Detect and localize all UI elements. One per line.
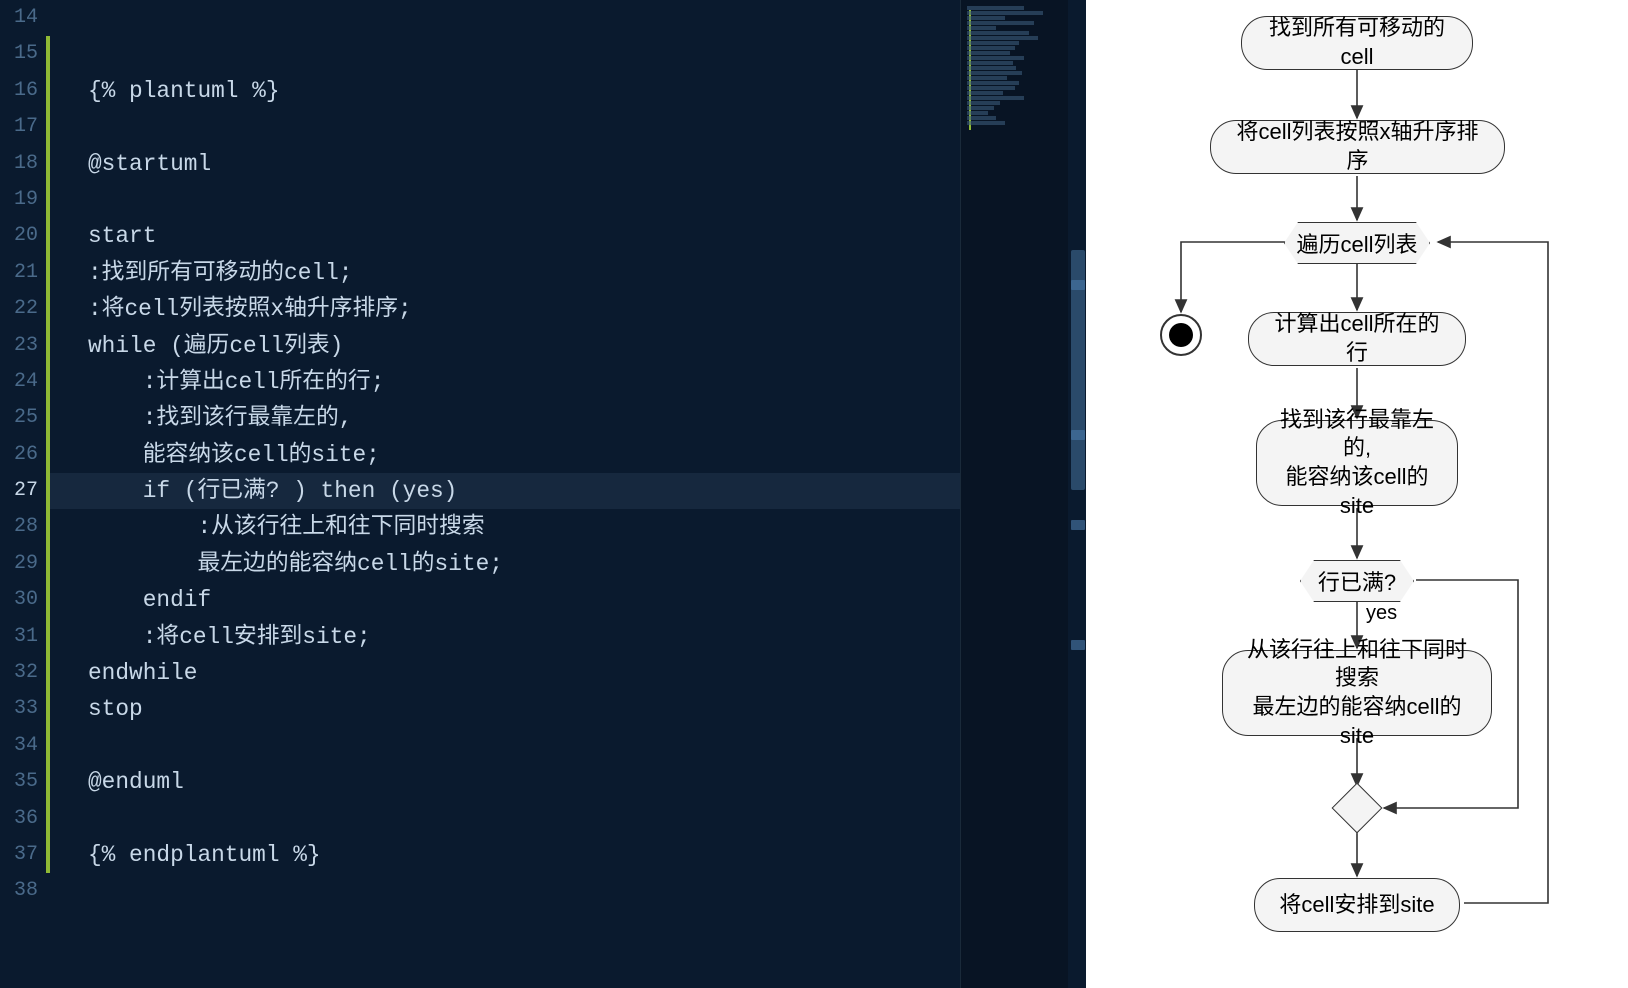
flow-node-n1: 找到所有可移动的cell bbox=[1241, 16, 1473, 70]
line-number[interactable]: 31 bbox=[0, 619, 46, 655]
line-number[interactable]: 37 bbox=[0, 837, 46, 873]
flow-node-n4-text: 找到该行最靠左的, 能容纳该cell的site bbox=[1275, 406, 1439, 520]
scroll-mark bbox=[1071, 280, 1085, 290]
code-line[interactable]: :计算出cell所在的行; bbox=[46, 364, 1086, 400]
minimap[interactable] bbox=[960, 0, 1068, 988]
code-line[interactable]: :找到该行最靠左的, bbox=[46, 400, 1086, 436]
code-line[interactable] bbox=[46, 0, 1086, 36]
flow-node-n5-text: 从该行往上和往下同时搜索 最左边的能容纳cell的site bbox=[1241, 636, 1473, 750]
code-line[interactable]: @enduml bbox=[46, 764, 1086, 800]
code-line[interactable]: {% endplantuml %} bbox=[46, 837, 1086, 873]
preview-pane[interactable]: 找到所有可移动的cell 将cell列表按照x轴升序排序 遍历cell列表 计算… bbox=[1086, 0, 1628, 988]
code-line[interactable]: :找到所有可移动的cell; bbox=[46, 255, 1086, 291]
code-line[interactable] bbox=[46, 109, 1086, 145]
line-number[interactable]: 14 bbox=[0, 0, 46, 36]
code-line[interactable]: while (遍历cell列表) bbox=[46, 328, 1086, 364]
line-number[interactable]: 35 bbox=[0, 764, 46, 800]
code-line[interactable]: 最左边的能容纳cell的site; bbox=[46, 546, 1086, 582]
code-area[interactable]: {% plantuml %} @startuml start:找到所有可移动的cel… bbox=[46, 0, 1086, 988]
line-number[interactable]: 25 bbox=[0, 400, 46, 436]
line-gutter: 1415161718192021222324252627282930313233… bbox=[0, 0, 46, 988]
scroll-mark bbox=[1071, 640, 1085, 650]
line-number[interactable]: 20 bbox=[0, 218, 46, 254]
code-editor-pane: 1415161718192021222324252627282930313233… bbox=[0, 0, 1086, 988]
line-number[interactable]: 27 bbox=[0, 473, 46, 509]
line-number[interactable]: 33 bbox=[0, 691, 46, 727]
line-number[interactable]: 16 bbox=[0, 73, 46, 109]
code-line[interactable]: :将cell列表按照x轴升序排序; bbox=[46, 291, 1086, 327]
line-number[interactable]: 21 bbox=[0, 255, 46, 291]
code-line[interactable] bbox=[46, 728, 1086, 764]
code-line[interactable]: {% plantuml %} bbox=[46, 73, 1086, 109]
code-line[interactable] bbox=[46, 801, 1086, 837]
code-line[interactable] bbox=[46, 182, 1086, 218]
code-line[interactable]: :将cell安排到site; bbox=[46, 619, 1086, 655]
line-number[interactable]: 36 bbox=[0, 801, 46, 837]
flow-condition-label: 行已满? bbox=[1318, 565, 1396, 597]
flow-node-n4: 找到该行最靠左的, 能容纳该cell的site bbox=[1256, 420, 1458, 506]
flow-node-n2: 将cell列表按照x轴升序排序 bbox=[1210, 120, 1505, 174]
flow-loop-hexagon: 遍历cell列表 bbox=[1284, 222, 1430, 264]
code-line[interactable]: :从该行往上和往下同时搜索 bbox=[46, 509, 1086, 545]
line-number[interactable]: 24 bbox=[0, 364, 46, 400]
flow-node-n3: 计算出cell所在的行 bbox=[1248, 312, 1466, 366]
flow-yes-label: yes bbox=[1366, 602, 1397, 625]
code-line[interactable]: endwhile bbox=[46, 655, 1086, 691]
line-number[interactable]: 38 bbox=[0, 873, 46, 909]
flow-node-n6: 将cell安排到site bbox=[1254, 878, 1460, 932]
line-number[interactable]: 15 bbox=[0, 36, 46, 72]
code-line[interactable] bbox=[46, 873, 1086, 909]
line-number[interactable]: 28 bbox=[0, 509, 46, 545]
flowchart-diagram: 找到所有可移动的cell 将cell列表按照x轴升序排序 遍历cell列表 计算… bbox=[1086, 0, 1628, 988]
scroll-mark bbox=[1071, 520, 1085, 530]
line-number[interactable]: 32 bbox=[0, 655, 46, 691]
flow-condition-hexagon: 行已满? bbox=[1300, 560, 1414, 602]
scroll-mark bbox=[1071, 430, 1085, 440]
line-number[interactable]: 29 bbox=[0, 546, 46, 582]
line-number[interactable]: 30 bbox=[0, 582, 46, 618]
line-number[interactable]: 22 bbox=[0, 291, 46, 327]
minimap-content bbox=[967, 6, 1062, 126]
line-number[interactable]: 17 bbox=[0, 109, 46, 145]
line-number[interactable]: 19 bbox=[0, 182, 46, 218]
code-line[interactable]: stop bbox=[46, 691, 1086, 727]
flow-merge-diamond bbox=[1332, 783, 1383, 834]
code-line[interactable]: if (行已满? ) then (yes) bbox=[46, 473, 1086, 509]
code-line[interactable]: start bbox=[46, 218, 1086, 254]
flow-end-dot bbox=[1169, 323, 1193, 347]
code-line[interactable]: endif bbox=[46, 582, 1086, 618]
code-line[interactable]: @startuml bbox=[46, 146, 1086, 182]
flow-loop-label: 遍历cell列表 bbox=[1296, 227, 1417, 259]
editor-scrollbar[interactable] bbox=[1068, 0, 1086, 988]
flow-end-circle bbox=[1160, 314, 1202, 356]
flow-node-n5: 从该行往上和往下同时搜索 最左边的能容纳cell的site bbox=[1222, 650, 1492, 736]
line-number[interactable]: 18 bbox=[0, 146, 46, 182]
code-line[interactable] bbox=[46, 36, 1086, 72]
line-number[interactable]: 23 bbox=[0, 328, 46, 364]
git-change-bar bbox=[46, 36, 50, 873]
code-line[interactable]: 能容纳该cell的site; bbox=[46, 437, 1086, 473]
line-number[interactable]: 26 bbox=[0, 437, 46, 473]
line-number[interactable]: 34 bbox=[0, 728, 46, 764]
